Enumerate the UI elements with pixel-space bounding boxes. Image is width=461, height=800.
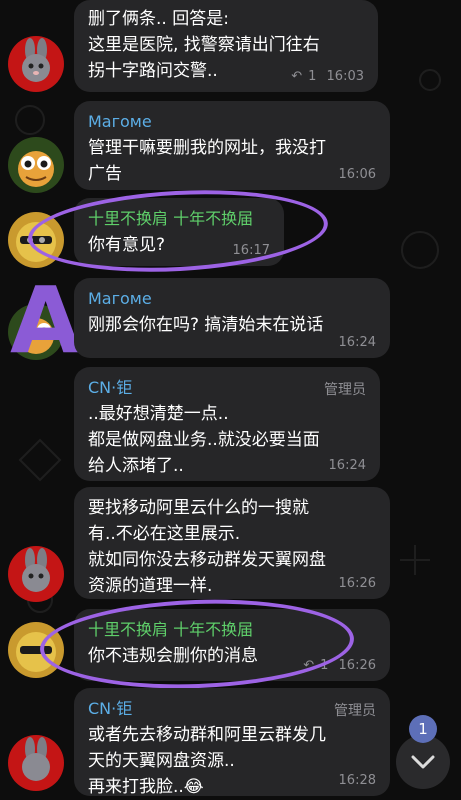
avatar-rabbit[interactable] bbox=[8, 735, 64, 791]
rabbit-icon bbox=[22, 548, 50, 592]
message-bubble[interactable]: Магоме 刚那会你在吗? 搞清始末在说话 16:24 bbox=[74, 278, 390, 358]
message-time: 16:24 bbox=[328, 458, 366, 473]
message-time: 16:26 bbox=[338, 658, 376, 673]
message-time: 16:06 bbox=[338, 167, 376, 182]
message-bubble[interactable]: 十里不换肩 十年不换届 你不违规会删你的消息 ↶ 1 16:26 bbox=[74, 609, 390, 681]
message-bubble[interactable]: 删了俩条.. 回答是: 这里是医院, 找警察请出门往右 拐十字路问交警.. ↶ 1… bbox=[74, 0, 378, 92]
reply-icon: ↶ bbox=[303, 658, 315, 673]
message-bubble[interactable]: 十里不换肩 十年不换届 你有意见? 16:17 bbox=[74, 198, 284, 266]
rabbit-icon bbox=[22, 38, 50, 82]
reply-count: 1 bbox=[320, 658, 329, 673]
message-time: 16:26 bbox=[338, 576, 376, 591]
character-icon bbox=[16, 222, 56, 262]
message-bubble[interactable]: 要找移动阿里云什么的一搜就 有..不必在这里展示. 就如同你没去移动群发天翼网盘… bbox=[74, 487, 390, 599]
message-text: 管理干嘛要删我的网址，我没打 广告 bbox=[88, 138, 326, 184]
avatar-frog[interactable] bbox=[8, 137, 64, 193]
avatar-rabbit[interactable] bbox=[8, 546, 64, 602]
reply-icon: ↶ bbox=[291, 69, 303, 84]
unread-count-badge: 1 bbox=[409, 715, 437, 743]
sender-name[interactable]: 十里不换肩 十年不换届 bbox=[88, 208, 270, 230]
message-text: ..最好想清楚一点.. 都是做网盘业务..就没必要当面 给人添堵了.. bbox=[88, 404, 320, 476]
avatar-yellow[interactable] bbox=[8, 622, 64, 678]
message-text: 要找移动阿里云什么的一搜就 有..不必在这里展示. 就如同你没去移动群发天翼网盘… bbox=[88, 498, 326, 596]
frog-icon bbox=[18, 151, 54, 187]
message-time: 16:17 bbox=[232, 243, 270, 258]
scroll-down-button[interactable] bbox=[396, 735, 450, 789]
sender-name[interactable]: 十里不换肩 十年不换届 bbox=[88, 619, 376, 641]
chevron-down-icon bbox=[411, 755, 435, 769]
admin-badge: 管理员 bbox=[324, 382, 366, 398]
message-time: 16:28 bbox=[338, 773, 376, 788]
reply-count: 1 bbox=[308, 69, 317, 84]
message-text: 或者先去移动群和阿里云群发几 天的天翼网盘资源.. 再来打我脸..😂 bbox=[88, 725, 326, 797]
message-bubble[interactable]: CN·钜 管理员 或者先去移动群和阿里云群发几 天的天翼网盘资源.. 再来打我脸… bbox=[74, 688, 390, 797]
sender-name[interactable]: CN·钜 bbox=[88, 698, 376, 720]
message-bubble[interactable]: CN·钜 管理员 ..最好想清楚一点.. 都是做网盘业务..就没必要当面 给人添… bbox=[74, 367, 380, 481]
sender-name[interactable]: Магоме bbox=[88, 288, 376, 310]
message-meta: ↶ 1 16:26 bbox=[303, 658, 376, 673]
rabbit-icon bbox=[22, 737, 50, 781]
avatar-yellow[interactable] bbox=[8, 212, 64, 268]
annotation-letter: A bbox=[10, 267, 82, 374]
message-bubble[interactable]: Магоме 管理干嘛要删我的网址，我没打 广告 16:06 bbox=[74, 101, 390, 190]
message-time: 16:03 bbox=[326, 69, 364, 84]
avatar-rabbit[interactable] bbox=[8, 36, 64, 92]
sender-name[interactable]: Магоме bbox=[88, 111, 376, 133]
message-meta: ↶ 1 16:03 bbox=[291, 69, 364, 84]
message-text: 刚那会你在吗? 搞清始末在说话 bbox=[88, 315, 324, 335]
message-time: 16:24 bbox=[338, 335, 376, 350]
character-icon bbox=[16, 632, 56, 672]
admin-badge: 管理员 bbox=[334, 703, 376, 719]
